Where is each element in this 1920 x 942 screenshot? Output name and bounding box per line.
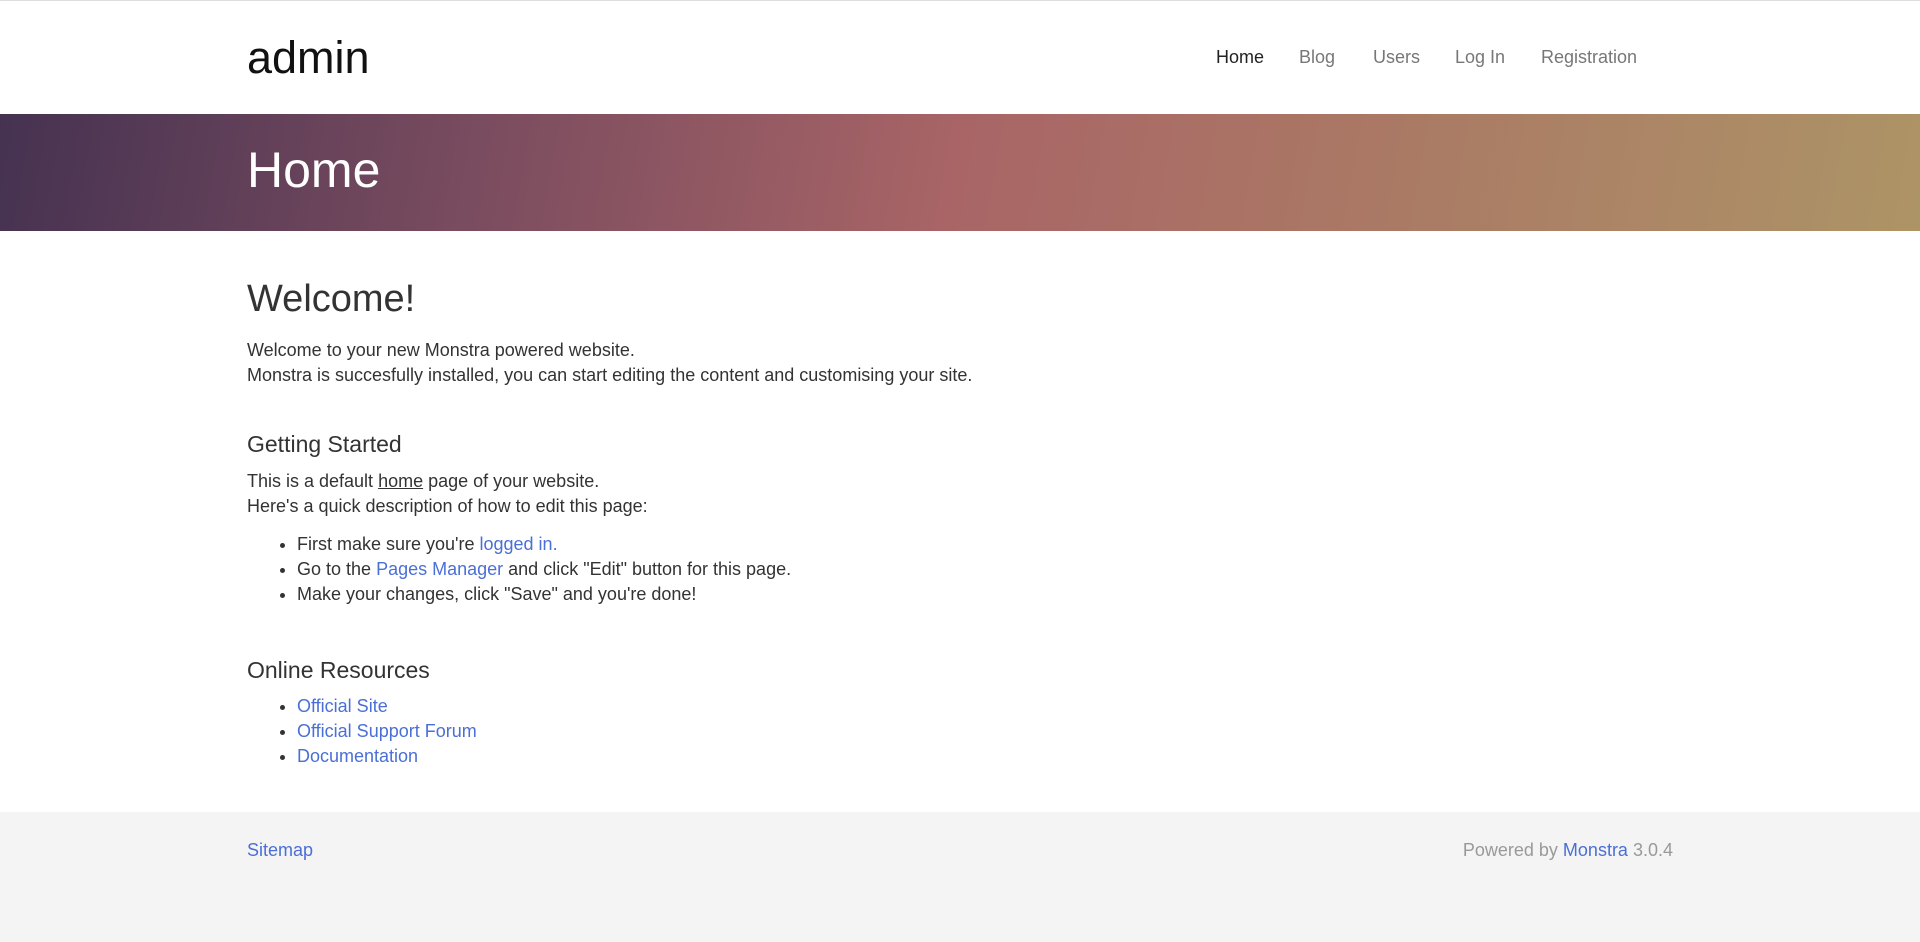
- site-brand-link[interactable]: admin: [247, 33, 370, 83]
- step-item: Go to the Pages Manager and click "Edit"…: [297, 557, 791, 582]
- step-2-text-post: and click "Edit" button for this page.: [503, 559, 792, 579]
- sitemap-link[interactable]: Sitemap: [247, 839, 313, 861]
- powered-by-text: Powered by: [1462, 840, 1563, 860]
- resources-list: Official Site Official Support Forum Doc…: [247, 694, 477, 769]
- nav-users[interactable]: Users: [1373, 47, 1420, 67]
- resource-item: Official Site: [297, 694, 477, 719]
- step-item: Make your changes, click "Save" and you'…: [297, 582, 791, 607]
- navbar: admin Home Blog Users Log In Registratio…: [0, 1, 1920, 114]
- online-resources-heading: Online Resources: [247, 657, 430, 683]
- logged-in-link[interactable]: logged in.: [480, 534, 558, 554]
- welcome-line-2: Monstra is succesfully installed, you ca…: [247, 365, 973, 385]
- pages-manager-link[interactable]: Pages Manager: [376, 559, 503, 579]
- nav-home[interactable]: Home: [1216, 47, 1264, 67]
- main-content: Welcome! Welcome to your new Monstra pow…: [0, 231, 1920, 815]
- home-page-link[interactable]: home: [378, 471, 423, 491]
- official-site-link[interactable]: Official Site: [297, 696, 388, 716]
- step-item: First make sure you're logged in.: [297, 532, 791, 557]
- step-2-text-pre: Go to the: [297, 559, 377, 579]
- getting-started-heading: Getting Started: [247, 431, 402, 457]
- intro-text-post: page of your website.: [423, 471, 600, 491]
- step-1-text: First make sure you're: [297, 534, 480, 554]
- welcome-line-1: Welcome to your new Monstra powered webs…: [247, 340, 635, 360]
- footer: Sitemap Powered by Monstra 3.0.4: [0, 812, 1920, 942]
- step-3-text: Make your changes, click "Save" and you'…: [297, 584, 697, 604]
- nav-login[interactable]: Log In: [1455, 47, 1505, 67]
- intro-text-pre: This is a default: [247, 471, 379, 491]
- getting-started-intro: This is a default home page of your webs…: [247, 469, 599, 494]
- nav-registration[interactable]: Registration: [1541, 47, 1637, 67]
- welcome-heading: Welcome!: [247, 278, 416, 320]
- documentation-link[interactable]: Documentation: [297, 746, 418, 766]
- version-text: 3.0.4: [1627, 840, 1673, 860]
- nav-blog[interactable]: Blog: [1299, 47, 1335, 67]
- powered-by: Powered by Monstra 3.0.4: [1463, 839, 1673, 861]
- steps-list: First make sure you're logged in. Go to …: [247, 532, 791, 607]
- page-title: Home: [247, 142, 381, 198]
- getting-started-line-2: Here's a quick description of how to edi…: [247, 496, 648, 516]
- support-forum-link[interactable]: Official Support Forum: [297, 721, 477, 741]
- monstra-link[interactable]: Monstra: [1563, 840, 1628, 860]
- resource-item: Official Support Forum: [297, 719, 477, 744]
- resource-item: Documentation: [297, 744, 477, 769]
